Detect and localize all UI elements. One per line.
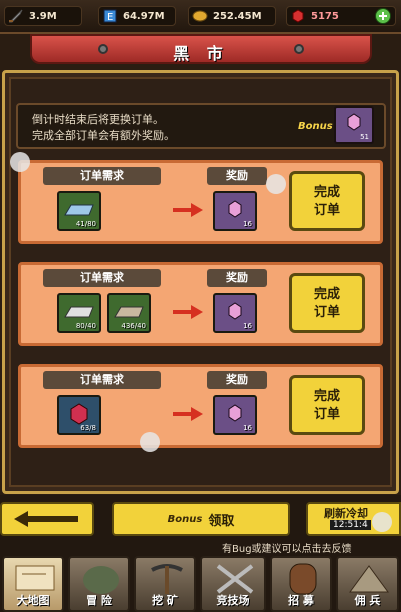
sword-resource: 3.9M	[4, 6, 82, 26]
refresh-timer: 12:51:4	[330, 520, 371, 530]
reward-item[interactable]: 16	[213, 293, 257, 333]
ruby-icon	[289, 7, 307, 25]
ruby-resource: 5175	[286, 6, 396, 26]
bonus-count: 51	[360, 133, 369, 141]
reward-label: 奖励	[207, 167, 267, 185]
nav-arena[interactable]: 竞技场	[200, 556, 266, 612]
coin-resource: 252.45M	[188, 6, 276, 26]
back-button[interactable]	[0, 502, 94, 536]
nav-mining[interactable]: 挖 矿	[134, 556, 196, 612]
nav-label: 冒 险	[86, 594, 112, 607]
resource-bar: 3.9M E 64.97M 252.45M 5175	[0, 0, 401, 34]
coin-icon	[191, 7, 209, 25]
bonus-label: Bonus	[298, 121, 333, 132]
item-count: 41/80	[75, 220, 96, 228]
title-banner: 黑 市	[30, 34, 372, 64]
claim-bonus-button[interactable]: Bonus 领取	[112, 502, 290, 536]
required-item[interactable]: 436/40	[107, 293, 151, 333]
order-card: 订单需求 奖励 63/8 16 完成 订单	[18, 364, 383, 448]
info-line-1: 倒计时结束后将更换订单。	[32, 113, 164, 126]
nav-adventure[interactable]: 冒 险	[68, 556, 130, 612]
arrow-right-icon	[173, 407, 203, 421]
complete-order-button[interactable]: 完成 订单	[289, 273, 365, 333]
boulder-icon	[83, 566, 119, 594]
energy-resource: E 64.97M	[98, 6, 176, 26]
bonus-reward-box[interactable]: 51	[334, 106, 374, 144]
info-line-2: 完成全部订单会有额外奖励。	[32, 129, 175, 142]
touch-indicator	[372, 512, 392, 532]
nav-label: 挖 矿	[152, 594, 178, 607]
complete-order-button[interactable]: 完成 订单	[289, 375, 365, 435]
touch-indicator	[10, 152, 30, 172]
nav-mercenary[interactable]: 佣 兵	[336, 556, 399, 612]
required-item[interactable]: 41/80	[57, 191, 101, 231]
sword-icon	[7, 7, 25, 25]
sword-value: 3.9M	[29, 10, 57, 22]
nav-recruit[interactable]: 招 募	[270, 556, 332, 612]
nav-map[interactable]: 大地图	[2, 556, 64, 612]
reward-item[interactable]: 16	[213, 191, 257, 231]
svg-text:E: E	[107, 12, 113, 23]
reward-count: 16	[243, 424, 252, 432]
nav-label: 大地图	[16, 594, 50, 607]
page-title: 黑 市	[173, 44, 229, 63]
order-need-label: 订单需求	[43, 269, 161, 287]
claim-label: 领取	[208, 513, 235, 529]
arrow-right-icon	[173, 305, 203, 319]
pickaxe-icon	[151, 564, 183, 594]
tent-icon	[349, 565, 389, 593]
order-card: 订单需求 奖励 41/80 16 完成 订单	[18, 160, 383, 244]
order-card: 订单需求 奖励 80/40 436/40 16 完成 订单	[18, 262, 383, 346]
nav-label: 招 募	[288, 594, 314, 607]
touch-indicator	[140, 432, 160, 452]
nav-label: 佣 兵	[354, 594, 381, 607]
add-ruby-button[interactable]	[375, 8, 391, 24]
crossed-swords-icon	[216, 564, 254, 594]
complete-order-button[interactable]: 完成 订单	[289, 171, 365, 231]
item-count: 80/40	[75, 322, 96, 330]
nav-label: 竞技场	[216, 594, 250, 607]
energy-icon: E	[101, 7, 119, 25]
reward-count: 16	[243, 220, 252, 228]
feedback-tip-link[interactable]: 有Bug或建议可以点击去反馈	[222, 540, 352, 555]
plus-icon	[379, 12, 387, 20]
coin-value: 252.45M	[213, 10, 262, 22]
touch-indicator	[266, 174, 286, 194]
required-item[interactable]: 63/8	[57, 395, 101, 435]
order-need-label: 订单需求	[43, 371, 161, 389]
ruby-value: 5175	[311, 10, 339, 22]
item-count: 63/8	[80, 424, 96, 432]
reward-count: 16	[243, 322, 252, 330]
scroll-map-icon	[15, 565, 55, 591]
energy-value: 64.97M	[123, 10, 165, 22]
reward-label: 奖励	[207, 371, 267, 389]
arrow-right-icon	[173, 203, 203, 217]
claim-bonus-text: Bonus	[167, 513, 203, 525]
arrow-left-icon	[14, 511, 78, 527]
tavern-door-icon	[289, 563, 317, 595]
required-item[interactable]: 80/40	[57, 293, 101, 333]
reward-label: 奖励	[207, 269, 267, 287]
order-need-label: 订单需求	[43, 167, 161, 185]
info-box: 倒计时结束后将更换订单。 完成全部订单会有额外奖励。 Bonus	[16, 103, 386, 149]
refresh-label: 刷新冷却	[324, 507, 368, 520]
item-count: 436/40	[121, 322, 146, 330]
reward-item[interactable]: 16	[213, 395, 257, 435]
